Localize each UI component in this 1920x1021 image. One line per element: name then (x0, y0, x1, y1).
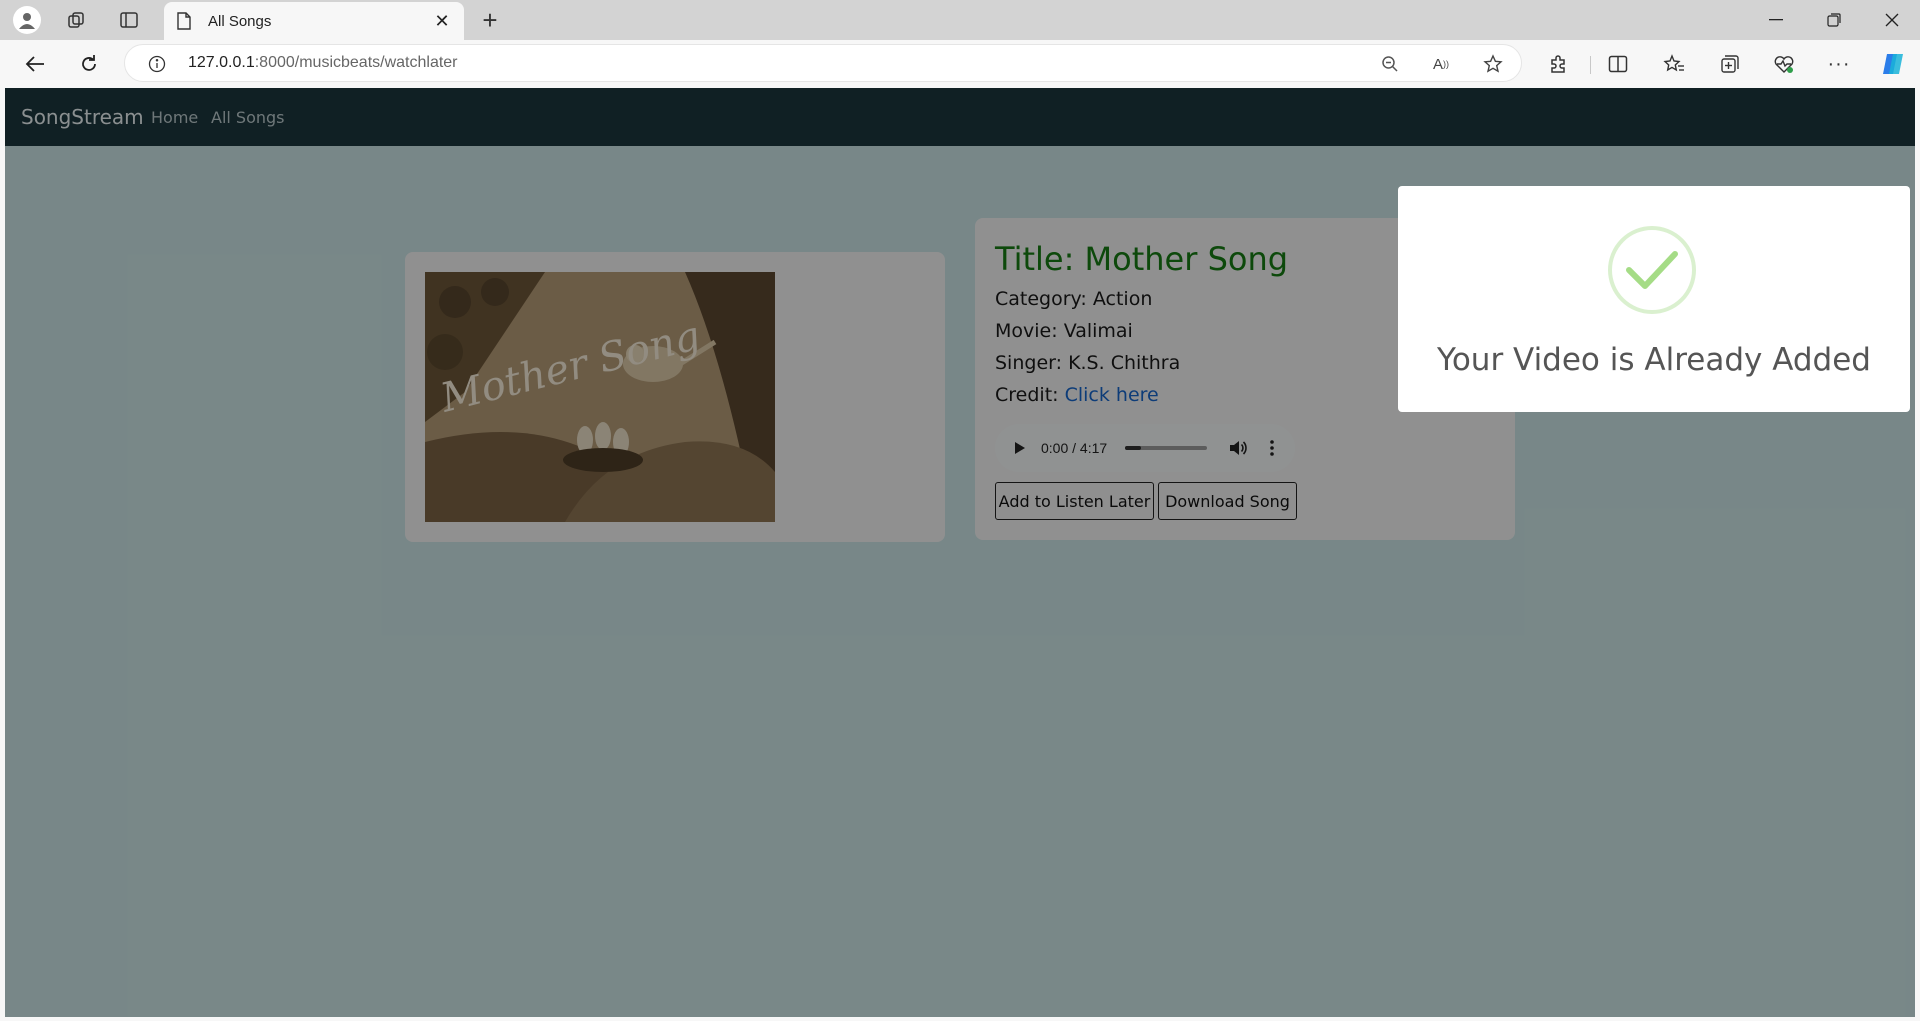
info-icon[interactable] (147, 54, 167, 74)
new-tab-icon[interactable]: + (475, 5, 505, 35)
url-host: 127.0.0.1 (188, 54, 255, 71)
browser-essentials-icon[interactable] (1767, 48, 1801, 80)
address-bar[interactable]: 127.0.0.1:8000/musicbeats/watchlater A)) (124, 44, 1522, 82)
copilot-icon[interactable] (1876, 48, 1910, 80)
tab-actions-icon[interactable] (114, 5, 144, 35)
restore-icon[interactable] (1806, 0, 1862, 40)
refresh-icon[interactable] (72, 48, 106, 80)
tab-title: All Songs (208, 12, 272, 30)
modal-message: Your Video is Already Added (1437, 342, 1871, 378)
url-text[interactable]: 127.0.0.1:8000/musicbeats/watchlater (188, 54, 458, 72)
split-screen-icon[interactable] (1601, 48, 1635, 80)
browser-tab[interactable]: All Songs ✕ (164, 2, 464, 40)
toolbar-divider (1590, 56, 1591, 74)
window-close-icon[interactable] (1864, 0, 1920, 40)
back-icon[interactable] (18, 48, 52, 80)
more-icon[interactable]: ··· (1822, 48, 1856, 80)
read-aloud-icon[interactable]: A)) (1430, 54, 1452, 74)
page-icon (176, 11, 196, 31)
alert-modal: Your Video is Already Added (1398, 186, 1910, 412)
page-viewport: SongStream Home All Songs Mother Song Ti… (5, 88, 1915, 1017)
extensions-icon[interactable] (1541, 48, 1575, 80)
minimize-icon[interactable] (1748, 0, 1804, 40)
profile-icon[interactable] (12, 5, 42, 35)
checkmark-icon (1626, 251, 1678, 289)
favorites-icon[interactable] (1657, 48, 1691, 80)
browser-tab-bar: All Songs ✕ + (0, 0, 1920, 40)
success-circle (1608, 226, 1696, 314)
zoom-out-icon[interactable] (1379, 54, 1401, 74)
browser-toolbar: 127.0.0.1:8000/musicbeats/watchlater A))… (0, 40, 1920, 88)
close-icon[interactable]: ✕ (432, 11, 452, 31)
url-path: :8000/musicbeats/watchlater (254, 54, 458, 71)
collections-icon[interactable] (1713, 48, 1747, 80)
star-icon[interactable] (1482, 54, 1504, 74)
workspaces-icon[interactable] (62, 5, 92, 35)
